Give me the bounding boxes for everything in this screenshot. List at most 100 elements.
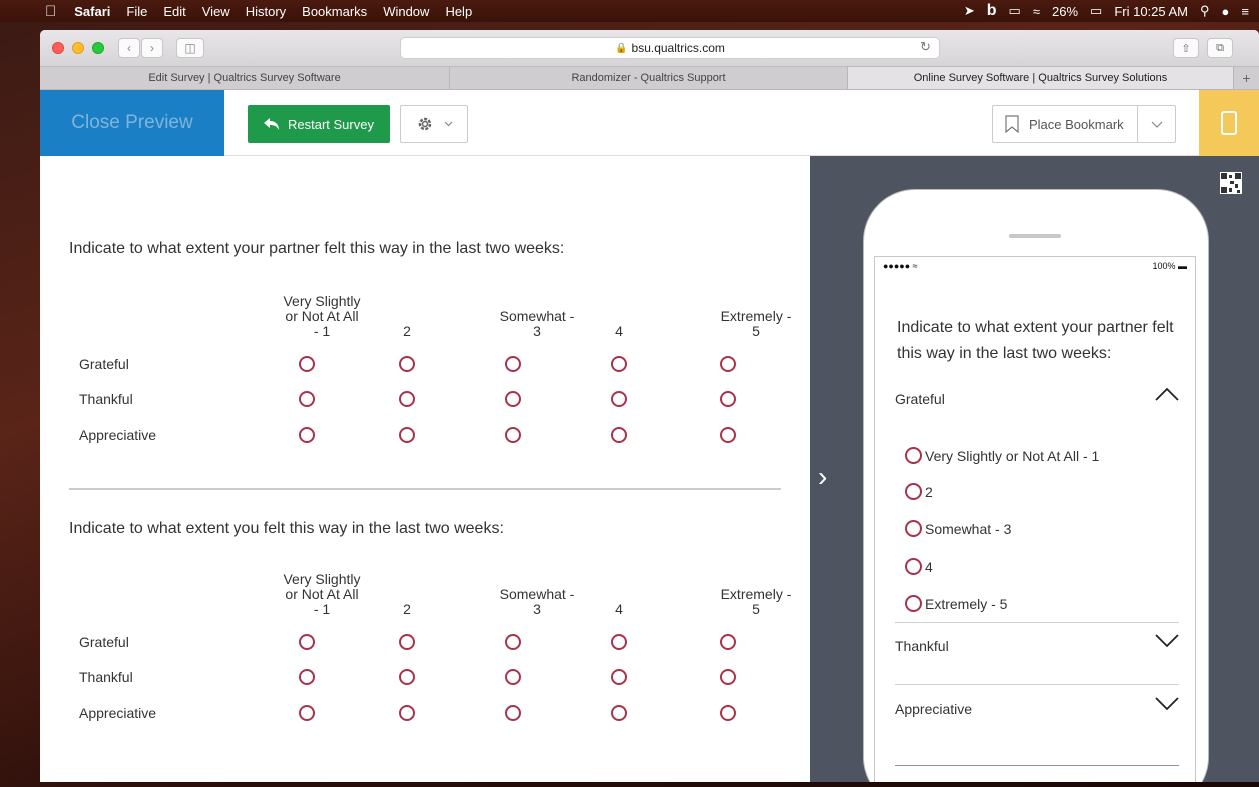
column-header-3: Somewhat -3	[499, 586, 575, 617]
gear-icon	[418, 117, 431, 131]
minimize-window-button[interactable]	[72, 42, 84, 54]
phone-screen: ●●●●● ≈ 100% ▬ Indicate to what extent y…	[874, 256, 1196, 782]
radio-q2-appreciative-5[interactable]	[720, 705, 736, 721]
radio-q2-thankful-3[interactable]	[505, 669, 521, 685]
close-preview-button[interactable]: Close Preview	[40, 90, 224, 156]
mobile-row-appreciative[interactable]: Appreciative	[895, 697, 1179, 717]
collapse-preview-arrow-icon[interactable]: ›	[818, 461, 827, 493]
radio-q2-grateful-5[interactable]	[720, 634, 736, 650]
radio-q1-grateful-4[interactable]	[611, 356, 627, 372]
mobile-radio[interactable]	[905, 483, 922, 500]
apple-icon[interactable]: 	[45, 3, 56, 20]
radio-q1-appreciative-1[interactable]	[299, 427, 315, 443]
row-label-appreciative: Appreciative	[79, 427, 157, 443]
bold-b-icon[interactable]: b	[987, 2, 997, 20]
airplay-icon[interactable]: ▭	[1009, 3, 1021, 19]
notification-center-icon[interactable]: ≡	[1241, 4, 1249, 19]
url-text: bsu.qualtrics.com	[631, 41, 725, 55]
battery-percent[interactable]: 26%	[1052, 4, 1078, 19]
mobile-radio[interactable]	[905, 447, 922, 464]
close-window-button[interactable]	[52, 42, 64, 54]
mobile-option-2[interactable]: 2	[905, 483, 933, 500]
tab-randomizer[interactable]: Randomizer - Qualtrics Support	[450, 67, 848, 89]
menu-app-name[interactable]: Safari	[74, 4, 110, 19]
mobile-preview-toggle[interactable]	[1199, 90, 1259, 156]
radio-q1-thankful-2[interactable]	[399, 391, 415, 407]
radio-q2-appreciative-4[interactable]	[611, 705, 627, 721]
radio-q1-appreciative-4[interactable]	[611, 427, 627, 443]
radio-q2-appreciative-3[interactable]	[505, 705, 521, 721]
radio-q1-grateful-2[interactable]	[399, 356, 415, 372]
clock[interactable]: Fri 10:25 AM	[1114, 4, 1188, 19]
mobile-radio[interactable]	[905, 558, 922, 575]
menu-window[interactable]: Window	[383, 4, 429, 19]
zoom-window-button[interactable]	[92, 42, 104, 54]
question-1-text: Indicate to what extent your partner fel…	[69, 240, 565, 257]
menu-help[interactable]: Help	[445, 4, 472, 19]
radio-q2-appreciative-1[interactable]	[299, 705, 315, 721]
mobile-row-grateful[interactable]: Grateful	[895, 387, 1179, 407]
spotlight-icon[interactable]: ⚲	[1200, 3, 1210, 19]
lock-icon: 🔒	[615, 42, 628, 54]
sidebar-toggle-button[interactable]: ◫	[176, 38, 204, 58]
bookmark-dropdown-button[interactable]	[1138, 121, 1175, 128]
mobile-option-4[interactable]: 4	[905, 558, 933, 575]
phone-status-bar: ●●●●● ≈ 100% ▬	[883, 261, 1187, 271]
siri-icon[interactable]: ●	[1222, 4, 1230, 19]
survey-preview-panel: Indicate to what extent your partner fel…	[40, 156, 810, 782]
radio-q2-grateful-4[interactable]	[611, 634, 627, 650]
settings-dropdown[interactable]	[400, 105, 468, 143]
wifi-icon[interactable]: ≈	[1033, 4, 1040, 19]
radio-q2-grateful-2[interactable]	[399, 634, 415, 650]
macos-menubar:  Safari File Edit View History Bookmark…	[0, 0, 1259, 22]
location-icon[interactable]: ➤	[964, 3, 975, 19]
radio-q2-thankful-1[interactable]	[299, 669, 315, 685]
mobile-radio[interactable]	[905, 520, 922, 537]
address-bar[interactable]: 🔒 bsu.qualtrics.com	[400, 37, 940, 59]
radio-q1-appreciative-2[interactable]	[399, 427, 415, 443]
tab-online-survey-software[interactable]: Online Survey Software | Qualtrics Surve…	[848, 67, 1234, 89]
radio-q1-appreciative-3[interactable]	[505, 427, 521, 443]
show-all-tabs-button[interactable]: ⧉	[1207, 38, 1233, 58]
menu-file[interactable]: File	[126, 4, 147, 19]
radio-q1-thankful-3[interactable]	[505, 391, 521, 407]
radio-q2-thankful-4[interactable]	[611, 669, 627, 685]
mobile-radio[interactable]	[905, 595, 922, 612]
question-divider	[69, 488, 781, 490]
radio-q2-thankful-5[interactable]	[720, 669, 736, 685]
new-tab-button[interactable]: +	[1234, 67, 1259, 89]
qr-code-icon[interactable]	[1220, 172, 1242, 194]
radio-q2-thankful-2[interactable]	[399, 669, 415, 685]
radio-q2-grateful-1[interactable]	[299, 634, 315, 650]
chevron-down-icon	[444, 121, 452, 127]
menu-history[interactable]: History	[246, 4, 286, 19]
radio-q1-appreciative-5[interactable]	[720, 427, 736, 443]
reload-icon[interactable]: ↻	[920, 39, 931, 55]
back-button[interactable]: ‹	[118, 38, 140, 58]
tab-edit-survey[interactable]: Edit Survey | Qualtrics Survey Software	[40, 67, 450, 89]
place-bookmark-control: Place Bookmark	[992, 105, 1176, 143]
chevron-up-icon	[1155, 387, 1179, 401]
place-bookmark-button[interactable]: Place Bookmark	[993, 106, 1138, 142]
radio-q1-thankful-4[interactable]	[611, 391, 627, 407]
radio-q2-appreciative-2[interactable]	[399, 705, 415, 721]
radio-q1-grateful-3[interactable]	[505, 356, 521, 372]
menu-edit[interactable]: Edit	[163, 4, 185, 19]
radio-q1-grateful-1[interactable]	[299, 356, 315, 372]
menu-bookmarks[interactable]: Bookmarks	[302, 4, 367, 19]
mobile-option-5[interactable]: Extremely - 5	[905, 595, 1007, 612]
share-button[interactable]: ⇧	[1173, 38, 1199, 58]
radio-q1-thankful-1[interactable]	[299, 391, 315, 407]
battery-icon[interactable]: ▭	[1090, 3, 1102, 19]
mobile-separator	[895, 684, 1179, 685]
radio-q1-thankful-5[interactable]	[720, 391, 736, 407]
mobile-option-1[interactable]: Very Slightly or Not At All - 1	[905, 447, 1099, 464]
radio-q2-grateful-3[interactable]	[505, 634, 521, 650]
menu-view[interactable]: View	[202, 4, 230, 19]
restart-survey-button[interactable]: Restart Survey	[248, 105, 390, 143]
forward-button[interactable]: ›	[141, 38, 163, 58]
mobile-row-thankful[interactable]: Thankful	[895, 634, 1179, 654]
signal-wifi-icon: ●●●●● ≈	[883, 261, 918, 271]
radio-q1-grateful-5[interactable]	[720, 356, 736, 372]
mobile-option-3[interactable]: Somewhat - 3	[905, 520, 1011, 537]
